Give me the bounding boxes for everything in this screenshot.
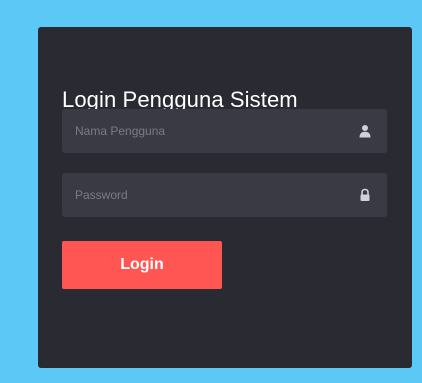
user-icon: [359, 125, 371, 138]
lock-icon: [360, 188, 370, 201]
login-panel: Login Pengguna Sistem Login: [38, 27, 412, 368]
password-input[interactable]: [62, 173, 387, 217]
username-field-container: [62, 109, 387, 153]
login-button[interactable]: Login: [62, 241, 222, 289]
password-field-container: [62, 173, 387, 217]
username-input[interactable]: [62, 109, 387, 153]
